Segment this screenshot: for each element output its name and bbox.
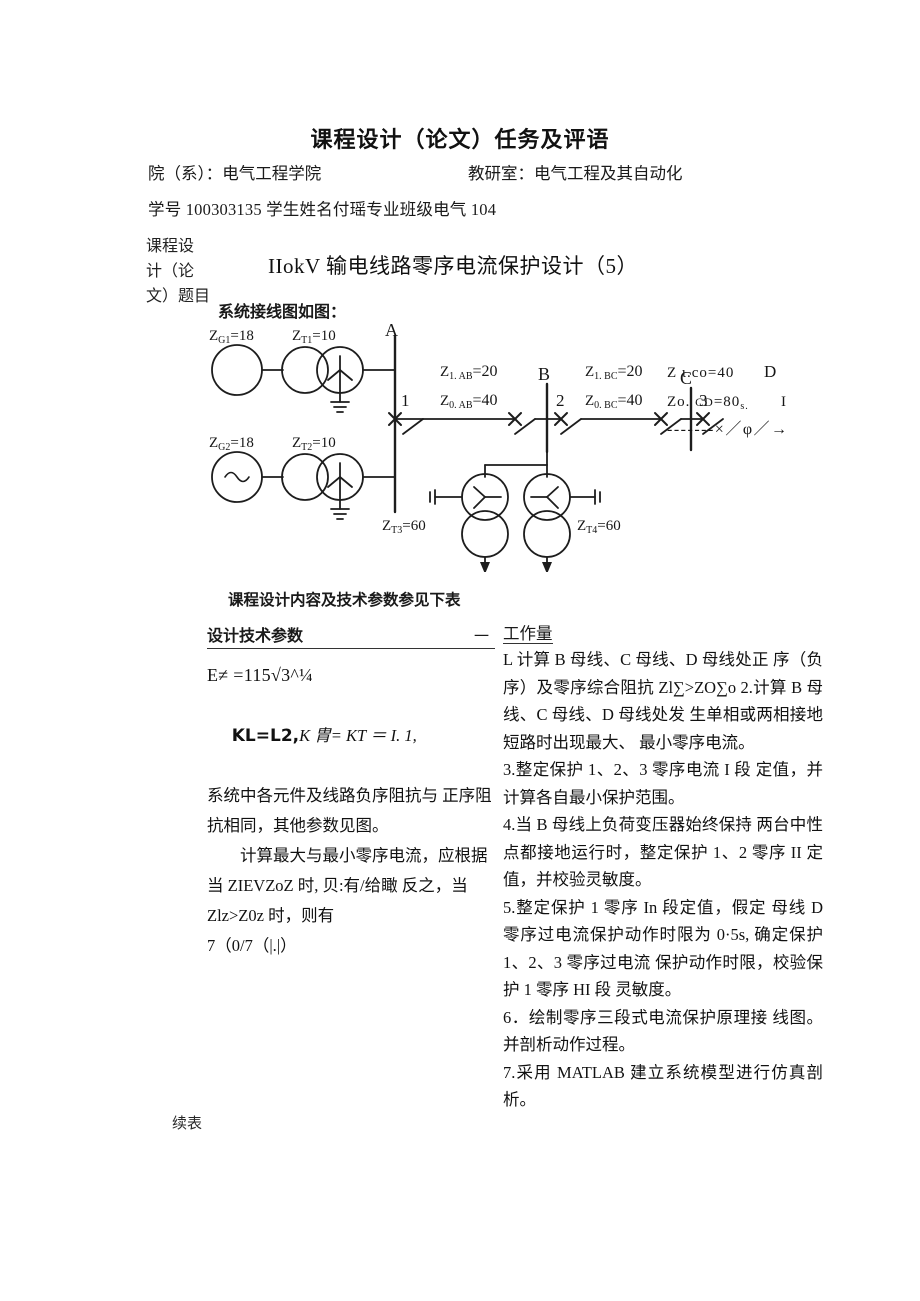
label-z0-bc: Z0. BC=40 [585,392,643,411]
workload-item-3: 4.当 B 母线上负荷变压器始终保持 两台中性点都接地运行时，整定保护 1、2 … [503,815,823,889]
design-parameters-heading-tail: 一 [473,627,489,645]
param-kl-italic: K 胄= KT ＝ I. 1, [299,726,417,745]
workload-heading-wrap: 工作量 [503,624,823,646]
param-kl-bold: KL=L2, [231,726,300,746]
param-line-current-calc: 计算最大与最小零序电流，应根据当 ZIEVZoZ 时, 贝:有/给瞰 反之，当 … [207,846,488,925]
workload-item-1: L 计算 B 母线、C 母线、D 母线处正 序（负序）及零序综合阻抗 Zl∑>Z… [503,650,823,752]
label-bus-b: B [538,364,550,384]
generator-g1-icon [211,344,263,396]
label-zg1: ZG1=18 [209,328,254,346]
label-z1-bc: Z1. BC=20 [585,363,643,382]
label-tail-i: I [781,394,786,410]
department-label: 院（系）：电气工程学院 [148,164,322,183]
label-z1-cd: Z ι.co=40 [667,365,734,381]
mid-caption: 课程设计内容及技术参数参见下表 [228,591,461,609]
label-z1-ab: Z1. AB=20 [440,363,498,382]
param-line-emf: E≠ =115√3^¼ [207,665,313,685]
continuation-note: 续表 [172,1114,203,1132]
label-zt3: ZT3=60 [382,518,426,536]
label-z0-cd: Zo. CD=80s. [667,394,749,412]
param-line-formula: 7（0/7（|.|） [207,936,297,955]
label-zt1: ZT1=10 [292,328,336,346]
param-line-kl: KL=L2,K 胄= KT ＝ I. 1, [207,691,495,781]
workload-heading: 工作量 [503,624,553,644]
label-bus-a: A [385,322,398,340]
workload-item-6: 7.采用 MATLAB 建立系统模型进行仿真剖析。 [503,1062,823,1110]
student-info-line: 学号 100303135 学生姓名付瑶专业班级电气 104 [148,200,497,219]
workload-column: 工作量 L 计算 B 母线、C 母线、D 母线处正 序（负序）及零序综合阻抗 Z… [503,624,823,1114]
param-line-impedance: 系统中各元件及线路负序阻抗与 正序阻抗相同，其他参数见图。 [207,786,492,835]
transformer-t2-winding1-icon [281,453,329,501]
workload-item-5: 6．绘制零序三段式电流保护原理接 线图。并剖析动作过程。 [503,1007,823,1055]
subject-row-label: 课程设 计（论 文）题目 [146,238,211,305]
workload-item-4: 5.整定保护 1 零序 In 段定值，假定 母线 D 零序过电流保护动作时限为 … [503,897,828,1000]
page-title: 课程设计（论文）任务及评语 [310,128,610,153]
label-cb1: 1 [401,391,410,410]
design-parameters-heading-text: 设计技术参数 [207,626,304,645]
label-zt2: ZT2=10 [292,435,336,453]
document-page: 课程设计（论文）任务及评语 院（系）：电气工程学院 教研室：电气工程及其自动化 … [0,0,920,1301]
workload-item-2: 3.整定保护 1、2、3 零序电流 I 段 定值，并计算各自最小保护范围。 [503,760,823,807]
office-label: 教研室：电气工程及其自动化 [468,164,683,183]
label-bus-d: D [764,362,776,381]
label-zt4: ZT4=60 [577,518,621,536]
design-parameters-heading: 设计技术参数 一 [207,622,495,649]
transformer-t1-winding1-icon [281,346,329,394]
wiring-diagram-svg: ZG1=18 ZT1=10 ZG2=18 ZT2=10 ZT3=60 ZT4=6… [209,322,789,572]
subject-title: IIokV 输电线路零序电流保护设计（5） [268,254,639,278]
label-zg2: ZG2=18 [209,435,254,453]
diagram-caption: 系统接线图如图： [218,302,347,321]
label-dash-note: -------×／φ／→ [667,421,789,438]
transformer-t4-winding2-icon [523,510,571,558]
label-cb2: 2 [556,391,565,410]
meta-row-department: 院（系）：电气工程学院 教研室：电气工程及其自动化 [148,160,848,184]
design-parameters-column: 设计技术参数 一 E≠ =115√3^¼ KL=L2,K 胄= KT ＝ I. … [207,622,495,961]
system-wiring-diagram: ZG1=18 ZT1=10 ZG2=18 ZT2=10 ZT3=60 ZT4=6… [195,322,835,572]
label-z0-ab: Z0. AB=40 [440,392,498,411]
transformer-t3-winding2-icon [461,510,509,558]
